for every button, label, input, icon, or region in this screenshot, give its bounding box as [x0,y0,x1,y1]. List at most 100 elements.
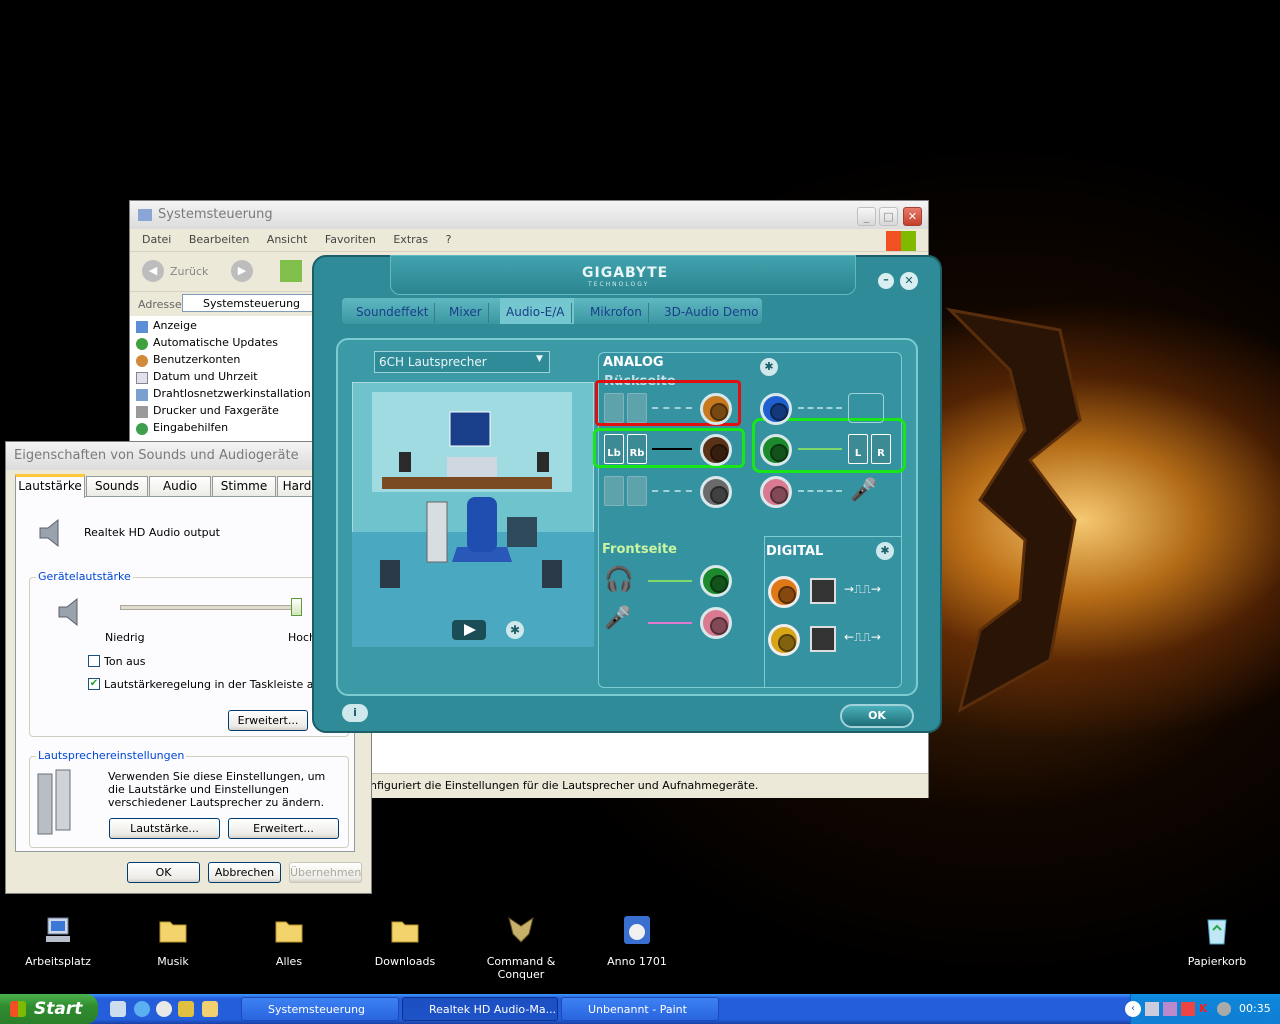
maximize-button[interactable]: □ [879,207,898,226]
taskbar-item-systemsteuerung[interactable]: Systemsteuerung [241,997,399,1021]
tray-expand-icon[interactable]: ‹ [1125,1001,1141,1017]
menu-extras[interactable]: Extras [393,233,428,246]
address-field[interactable]: Systemsteuerung [182,294,332,312]
minimize-button[interactable]: _ [857,207,876,226]
settings-wrench-icon[interactable]: ✱ [506,621,524,639]
tray-network-icon[interactable] [1145,1002,1159,1016]
connector-line [648,580,692,582]
desktop-icon-label: Alles [275,955,303,968]
menu-datei[interactable]: Datei [142,233,171,246]
folder-icon [275,921,303,943]
close-button[interactable]: ✕ [903,207,922,226]
title-bar[interactable]: Systemsteuerung [130,201,928,229]
front-jack-green[interactable] [700,565,732,597]
taskbar-volume-checkbox[interactable]: ✔ [88,678,100,690]
quicklaunch-explorer-icon[interactable] [110,1001,126,1017]
menu-ansicht[interactable]: Ansicht [267,233,308,246]
forward-arrow-icon[interactable]: ▶ [231,260,253,282]
back-arrow-icon[interactable]: ◀ [142,260,164,282]
rear-jack-black[interactable] [700,434,732,466]
menu-help[interactable]: ? [446,233,452,246]
tray-security-icon[interactable] [1181,1002,1195,1016]
list-item[interactable]: Eingabehilfen [136,421,316,438]
tray-k-icon[interactable]: K [1199,1002,1213,1016]
speaker-icon [627,393,647,423]
speaker-icon [604,393,624,423]
apply-button[interactable]: Übernehmen [289,862,362,883]
tab-hardware[interactable]: Hard [277,476,317,496]
printer-icon [136,406,148,418]
tab-audio-ea[interactable]: Audio-E/A [500,303,572,323]
minimize-icon[interactable]: – [878,273,894,289]
speaker-volume-button[interactable]: Lautstärke... [109,818,220,839]
list-item[interactable]: Datum und Uhrzeit [136,370,316,387]
tray-volume-icon[interactable] [1217,1002,1231,1016]
tab-soundeffekt[interactable]: Soundeffekt [350,303,436,323]
rear-jack-gray[interactable] [700,476,732,508]
list-item[interactable]: Drucker und Faxgeräte [136,404,316,421]
volume-slider-thumb[interactable] [290,598,302,616]
rear-jack-orange[interactable] [700,393,732,425]
list-item[interactable]: Drahtlosnetzwerkinstallation [136,387,316,404]
quicklaunch-ie-icon[interactable] [134,1001,150,1017]
speaker-config-select[interactable]: 6CH Lautsprecher [374,351,550,373]
desktop-icon-papierkorb[interactable]: Papierkorb [1162,914,1272,968]
tab-audio[interactable]: Audio [149,476,211,496]
spdif-out-jack[interactable] [768,576,800,608]
volume-speaker-icon [58,597,78,627]
spdif-in-jack[interactable] [768,624,800,656]
rear-jack-blue[interactable] [760,393,792,425]
optical-out-icon[interactable] [810,578,836,604]
desktop-icon-musik[interactable]: Musik [118,914,228,968]
tab-sounds[interactable]: Sounds [86,476,148,496]
ok-button[interactable]: OK [127,862,200,883]
tab-stimme[interactable]: Stimme [212,476,276,496]
list-item[interactable]: Benutzerkonten [136,353,316,370]
analog-settings-icon[interactable]: ✱ [760,358,778,376]
tab-lautstaerke[interactable]: Lautstärke [15,474,85,498]
recycle-bin-icon [1207,919,1227,945]
optical-in-icon[interactable] [810,626,836,652]
taskbar-item-paint[interactable]: Unbenannt - Paint [561,997,719,1021]
rear-jack-green[interactable] [760,434,792,466]
tab-mikrofon[interactable]: Mikrofon [584,303,649,323]
close-icon[interactable]: ✕ [900,272,918,290]
connector-line [648,622,692,624]
desktop-icon-cnc[interactable]: Command & Conquer [466,914,576,981]
realtek-ok-button[interactable]: OK [840,704,914,728]
desktop-icon-anno[interactable]: Anno 1701 [582,914,692,968]
rear-jack-pink[interactable] [760,476,792,508]
volume-slider[interactable] [120,605,302,610]
tab-3d-audio-demo[interactable]: 3D-Audio Demo [658,303,765,323]
tray-app-icon[interactable] [1163,1002,1177,1016]
speaker-room-illustration [352,382,594,647]
menu-favoriten[interactable]: Favoriten [325,233,376,246]
front-jack-pink[interactable] [700,607,732,639]
speaker-r-icon: R [871,434,891,464]
tab-mixer[interactable]: Mixer [443,303,489,323]
display-icon [136,321,148,333]
start-button[interactable]: Start [0,994,98,1024]
back-label[interactable]: Zurück [170,265,208,278]
speaker-advanced-button[interactable]: Erweitert... [228,818,339,839]
mute-checkbox[interactable] [88,655,100,667]
desktop-icon-arbeitsplatz[interactable]: Arbeitsplatz [3,914,113,968]
cancel-button[interactable]: Abbrechen [208,862,281,883]
desktop-icon-downloads[interactable]: Downloads [350,914,460,968]
system-tray: ‹ K 00:35 [1125,994,1280,1024]
list-item[interactable]: Automatische Updates [136,336,316,353]
advanced-volume-button[interactable]: Erweitert... [228,710,308,731]
chevron-down-icon[interactable]: ▼ [536,354,543,364]
up-folder-icon[interactable] [280,260,302,282]
quicklaunch-app-icon[interactable] [178,1001,194,1017]
desktop-icon-alles[interactable]: Alles [234,914,344,968]
speaker-icon [627,476,647,506]
quicklaunch-app2-icon[interactable] [202,1001,218,1017]
info-icon[interactable]: i [342,704,368,722]
quicklaunch-mediaplayer-icon[interactable] [156,1001,172,1017]
taskbar-item-realtek[interactable]: Realtek HD Audio-Ma... [402,997,558,1021]
list-item[interactable]: Anzeige [136,319,316,336]
digital-settings-icon[interactable]: ✱ [876,542,894,560]
menu-bearbeiten[interactable]: Bearbeiten [189,233,249,246]
digital-label: DIGITAL [766,544,824,559]
